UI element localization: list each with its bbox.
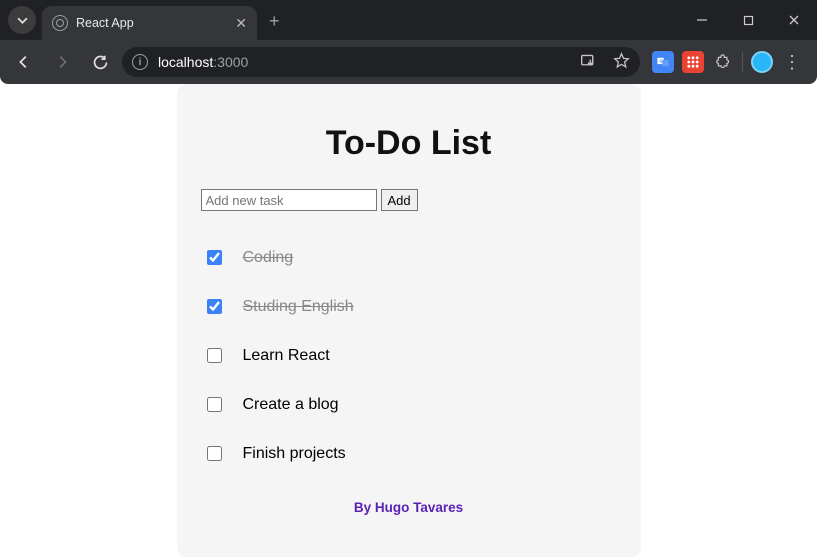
- task-checkbox[interactable]: [207, 348, 222, 363]
- new-task-input[interactable]: [201, 189, 377, 211]
- close-window-button[interactable]: [771, 0, 817, 40]
- task-label: Learn React: [243, 347, 330, 365]
- url-host: localhost: [158, 54, 213, 70]
- browser-titlebar: React App ✕ +: [0, 0, 817, 40]
- task-checkbox[interactable]: [207, 446, 222, 461]
- task-row: Finish projects: [201, 429, 617, 478]
- task-row: Learn React: [201, 331, 617, 380]
- browser-tab[interactable]: React App ✕: [42, 6, 257, 40]
- maximize-button[interactable]: [725, 0, 771, 40]
- task-row: Coding: [201, 233, 617, 282]
- browser-toolbar: i localhost:3000 G ⋮: [0, 40, 817, 84]
- globe-icon: [52, 15, 68, 31]
- kebab-menu-icon[interactable]: ⋮: [781, 51, 803, 73]
- extension-icons: G ⋮: [646, 51, 809, 73]
- install-app-icon[interactable]: [580, 52, 597, 73]
- url-port: :3000: [213, 54, 248, 70]
- task-label: Create a blog: [243, 396, 339, 414]
- tab-search-dropdown[interactable]: [8, 6, 36, 34]
- bookmark-icon[interactable]: [613, 52, 630, 73]
- info-icon[interactable]: i: [132, 54, 148, 70]
- page-title: To-Do List: [201, 124, 617, 163]
- back-button[interactable]: [8, 46, 40, 78]
- new-tab-button[interactable]: +: [257, 11, 292, 40]
- window-controls: [679, 0, 817, 40]
- extensions-menu-icon[interactable]: [712, 51, 734, 73]
- task-label: Finish projects: [243, 445, 346, 463]
- minimize-button[interactable]: [679, 0, 725, 40]
- tab-title: React App: [76, 16, 134, 30]
- url-text: localhost:3000: [158, 54, 564, 70]
- task-row: Studing English: [201, 282, 617, 331]
- svg-text:G: G: [660, 59, 664, 65]
- task-label: Studing English: [243, 298, 354, 316]
- page-viewport: To-Do List Add Coding Studing English Lear…: [0, 84, 817, 557]
- task-row: Create a blog: [201, 380, 617, 429]
- add-task-row: Add: [201, 189, 617, 211]
- close-tab-icon[interactable]: ✕: [235, 16, 247, 30]
- address-bar[interactable]: i localhost:3000: [122, 47, 640, 77]
- extension-icon-2[interactable]: [682, 51, 704, 73]
- task-checkbox[interactable]: [207, 397, 222, 412]
- task-label: Coding: [243, 249, 294, 267]
- task-checkbox[interactable]: [207, 250, 222, 265]
- separator: [742, 52, 743, 72]
- reload-button[interactable]: [84, 46, 116, 78]
- add-button[interactable]: Add: [381, 189, 418, 211]
- todo-card: To-Do List Add Coding Studing English Lear…: [177, 84, 641, 557]
- task-list: Coding Studing English Learn React Create a…: [201, 233, 617, 478]
- translate-extension-icon[interactable]: G: [652, 51, 674, 73]
- footer-credit: By Hugo Tavares: [201, 500, 617, 515]
- forward-button[interactable]: [46, 46, 78, 78]
- profile-avatar-icon[interactable]: [751, 51, 773, 73]
- task-checkbox[interactable]: [207, 299, 222, 314]
